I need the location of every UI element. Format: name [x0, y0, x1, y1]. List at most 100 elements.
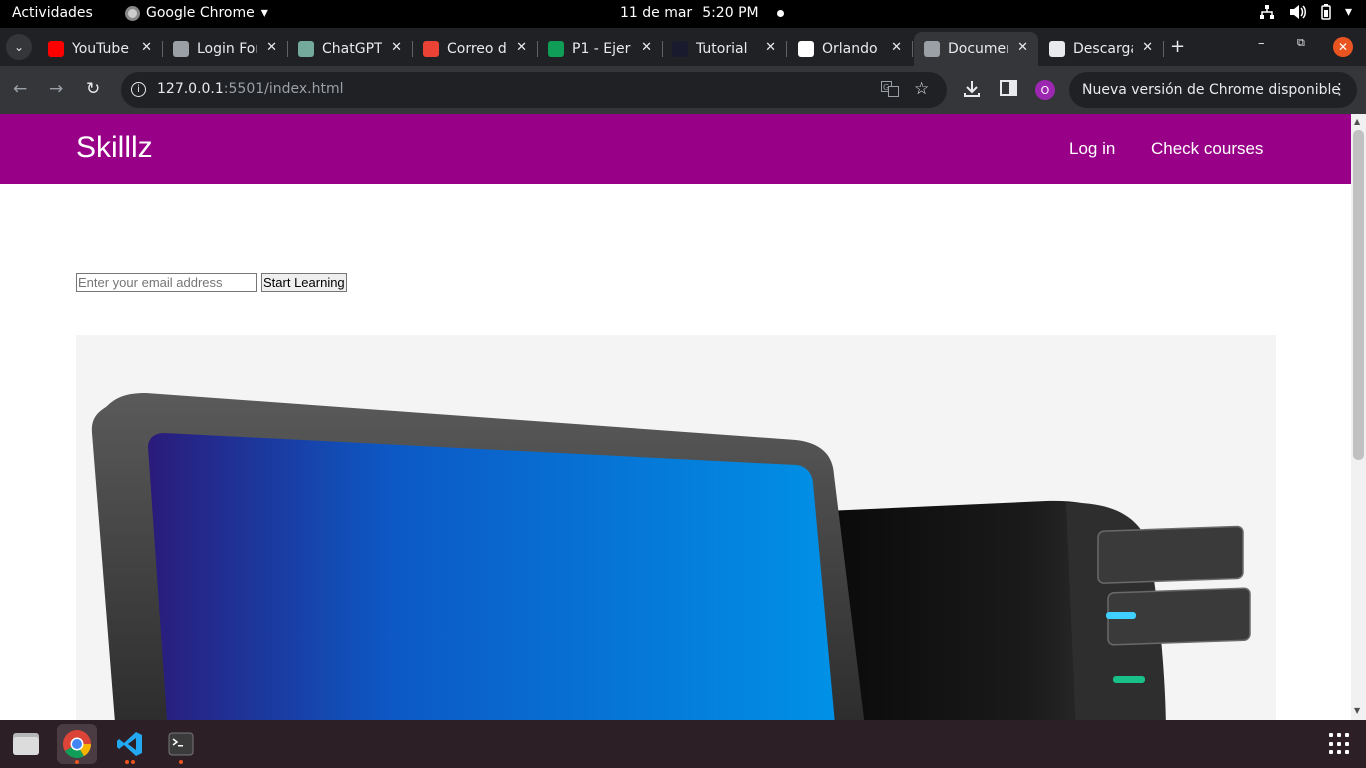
- nav-login-link[interactable]: Log in: [1069, 139, 1115, 159]
- tab-title: YouTube: [72, 41, 129, 57]
- close-tab-icon[interactable]: ✕: [391, 40, 402, 55]
- translate-icon[interactable]: G: [881, 81, 899, 101]
- system-top-bar: Actividades Google Chrome ▾ 11 de mar 5:…: [0, 0, 1366, 28]
- globe-icon: [173, 41, 189, 57]
- globe-icon: [924, 41, 940, 57]
- address-bar[interactable]: i 127.0.0.1:5501/index.html G ☆: [121, 72, 947, 108]
- tab-search-button[interactable]: ⌄: [6, 34, 32, 60]
- terminal-app-icon[interactable]: [161, 724, 201, 764]
- side-panel-icon[interactable]: [1000, 80, 1017, 100]
- battery-icon: [1321, 4, 1331, 24]
- hero-computer-image: [76, 335, 1276, 720]
- minimize-button[interactable]: –: [1258, 36, 1265, 51]
- tab-2[interactable]: ChatGPT ✕: [288, 32, 413, 66]
- tab-0[interactable]: YouTube ✕: [38, 32, 163, 66]
- downloads-icon[interactable]: [963, 80, 981, 102]
- close-tab-icon[interactable]: ✕: [1017, 40, 1028, 55]
- scroll-down-arrow-icon[interactable]: ▼: [1354, 706, 1360, 715]
- running-indicator: [125, 760, 129, 764]
- vscode-app-icon[interactable]: [110, 724, 150, 764]
- close-window-button[interactable]: ✕: [1333, 37, 1353, 57]
- site-brand[interactable]: Skilllz: [76, 131, 153, 165]
- angular-icon: [672, 41, 688, 57]
- start-learning-button[interactable]: Start Learning: [261, 273, 347, 292]
- clock-time: 5:20 PM: [702, 5, 759, 21]
- github-icon: [798, 41, 814, 57]
- classroom-icon: [548, 41, 564, 57]
- chevron-down-icon: ⌄: [13, 40, 25, 54]
- clock-date: 11 de mar: [620, 5, 693, 21]
- tab-1[interactable]: Login Form ✕: [163, 32, 288, 66]
- reload-button[interactable]: ↻: [86, 79, 100, 99]
- notification-dot-icon: [776, 9, 784, 17]
- signup-form: Start Learning: [76, 273, 347, 292]
- close-tab-icon[interactable]: ✕: [641, 40, 652, 55]
- tab-title: P1 - Ejer: [572, 41, 631, 57]
- chatgpt-icon: [298, 41, 314, 57]
- page-scrollbar[interactable]: ▲ ▼: [1351, 114, 1366, 720]
- profile-avatar[interactable]: O: [1035, 80, 1055, 100]
- chrome-app-icon[interactable]: [57, 724, 97, 764]
- system-tray[interactable]: ▾: [1259, 4, 1352, 24]
- running-indicator: [75, 760, 79, 764]
- tab-8[interactable]: Descargas ✕: [1039, 32, 1164, 66]
- back-button[interactable]: ←: [13, 79, 27, 99]
- close-tab-icon[interactable]: ✕: [1142, 40, 1153, 55]
- svg-text:G: G: [883, 83, 889, 92]
- forward-button[interactable]: →: [49, 79, 63, 99]
- clock[interactable]: 11 de mar 5:20 PM: [620, 5, 784, 21]
- download-icon: [1049, 41, 1065, 57]
- email-input[interactable]: [76, 273, 257, 292]
- page-viewport: Skilllz Log in Check courses Start Learn…: [0, 114, 1351, 720]
- tab-title: ChatGPT: [322, 41, 382, 57]
- tab-5[interactable]: Tutorial ✕: [662, 32, 787, 66]
- chrome-small-icon: [125, 5, 140, 21]
- show-apps-icon[interactable]: [1329, 733, 1351, 755]
- close-tab-icon[interactable]: ✕: [266, 40, 277, 55]
- tab-7[interactable]: Document ✕: [914, 32, 1038, 66]
- tab-title: Descargas: [1073, 41, 1133, 57]
- app-menu-label: Google Chrome: [146, 5, 255, 21]
- scrollbar-thumb[interactable]: [1353, 130, 1364, 460]
- caret-down-icon: ▾: [260, 5, 268, 21]
- more-vert-icon: ⋮: [1332, 80, 1347, 98]
- bookmark-star-icon[interactable]: ☆: [914, 79, 929, 99]
- tab-4[interactable]: P1 - Ejer ✕: [538, 32, 663, 66]
- tab-title: Orlando: [822, 41, 878, 57]
- caret-down-icon: ▾: [1344, 4, 1352, 20]
- running-indicator: [131, 760, 135, 764]
- dock: [0, 720, 1366, 768]
- close-tab-icon[interactable]: ✕: [516, 40, 527, 55]
- close-tab-icon[interactable]: ✕: [891, 40, 902, 55]
- tab-separator: [912, 41, 913, 57]
- tab-6[interactable]: Orlando ✕: [788, 32, 913, 66]
- tab-3[interactable]: Correo de ✕: [413, 32, 538, 66]
- close-tab-icon[interactable]: ✕: [141, 40, 152, 55]
- scroll-up-arrow-icon[interactable]: ▲: [1354, 117, 1360, 126]
- computer-illustration: [91, 393, 1251, 720]
- tab-title: Tutorial: [696, 41, 748, 57]
- tab-strip: ⌄ YouTube✕Login Form✕ChatGPT✕Correo de✕P…: [0, 28, 1366, 66]
- site-header: Skilllz Log in Check courses: [0, 114, 1351, 184]
- tab-title: Correo de: [447, 41, 507, 57]
- tab-title: Login Form: [197, 41, 257, 57]
- files-app-icon[interactable]: [6, 724, 46, 764]
- app-menu[interactable]: Google Chrome ▾: [125, 5, 268, 21]
- update-chrome-label: Nueva versión de Chrome disponible: [1082, 82, 1340, 98]
- close-tab-icon[interactable]: ✕: [765, 40, 776, 55]
- running-indicator: [179, 760, 183, 764]
- youtube-icon: [48, 41, 64, 57]
- tab-title: Document: [948, 41, 1008, 57]
- gmail-icon: [423, 41, 439, 57]
- activities-button[interactable]: Actividades: [12, 5, 93, 21]
- nav-courses-link[interactable]: Check courses: [1151, 139, 1263, 159]
- new-tab-button[interactable]: +: [1170, 36, 1185, 57]
- tab-separator: [1163, 41, 1164, 57]
- volume-icon: [1289, 4, 1307, 24]
- network-icon: [1259, 4, 1275, 24]
- update-chrome-button[interactable]: Nueva versión de Chrome disponible ⋮: [1069, 72, 1357, 108]
- tab-separator: [786, 41, 787, 57]
- url-text[interactable]: 127.0.0.1:5501/index.html: [157, 81, 344, 97]
- restore-button[interactable]: ⧉: [1297, 36, 1305, 50]
- site-info-icon[interactable]: i: [131, 82, 146, 97]
